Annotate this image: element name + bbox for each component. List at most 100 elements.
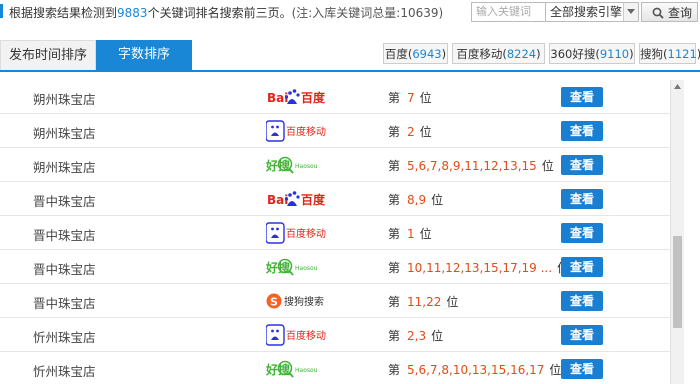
baidu-mobile-logo-icon: 百度移动 [266,120,326,142]
table-row: 忻州珠宝店 好搜 Haosou 第 5,6,7,8,10,13,15,16,17 位… [0,352,670,384]
keyword-cell: 忻州珠宝店 [33,364,96,379]
summary-bar: 根据搜索结果检测到9883个关键词排名搜索前三页。(注:入库关键词总量:1063… [0,0,700,24]
filter-count: 1121 [667,47,697,61]
baidu-mobile-logo-icon: 百度移动 [266,324,326,346]
keyword-count: 9883 [117,6,148,20]
baidu-logo-cn: 百度 [301,192,326,207]
haosou-logo-icon: 好搜 Haosou [266,258,318,276]
view-button[interactable]: 查看 [561,189,603,209]
view-button[interactable]: 查看 [561,325,603,345]
view-button[interactable]: 查看 [561,223,603,243]
filter-sogou-button[interactable]: 搜狗(1121) [639,43,700,64]
total-note: (注:入库关键词总量:10639) [291,6,444,20]
summary-prefix: 根据搜索结果检测到 [9,6,118,20]
filter-count: 8224 [506,47,537,61]
accent-bar [0,4,3,18]
keyword-input[interactable]: 输入关键词 [471,2,549,22]
engine-select-value: 全部搜索引擎 [550,5,623,19]
tab-word-count[interactable]: 字数排序 [96,40,192,70]
keyword-cell: 朔州珠宝店 [33,160,96,175]
rank-positions: 7 [407,91,415,105]
table-row: 晋中珠宝店 S 搜狗搜索 第 11,22 位 查看 [0,284,670,318]
view-button[interactable]: 查看 [561,291,603,311]
haosou-logo-latin: Haosou [295,265,318,272]
haosou-logo-latin: Haosou [295,163,318,170]
keyword-cell: 晋中珠宝店 [33,262,96,277]
rank-prefix: 第 [388,295,401,309]
svg-text:S: S [270,296,278,309]
rank-positions: 1 [407,227,415,241]
view-button[interactable]: 查看 [561,155,603,175]
rank-prefix: 第 [388,125,401,139]
rank-prefix: 第 [388,159,401,173]
view-button[interactable]: 查看 [561,87,603,107]
rank-positions: 8,9 [407,193,427,207]
haosou-logo-latin: Haosou [295,367,318,374]
rank-positions: 10,11,12,13,15,17,19 ... [407,261,553,275]
rank-cell: 第10,11,12,13,15,17,19 ...位 [388,259,569,276]
filter-360-button[interactable]: 360好搜(9110) [549,43,635,64]
baidu-logo-icon: Bai 百度 [267,89,326,105]
rank-cell: 第 8,9 位 [388,191,443,208]
summary-suffix: 个关键词排名搜索前三页。 [147,6,292,20]
haosou-logo-icon: 好搜 Haosou [266,360,318,378]
baidu-mobile-logo-cn: 百度移动 [286,227,326,240]
scroll-up-arrow-icon[interactable] [671,80,684,94]
rank-suffix: 位 [431,193,444,207]
keyword-cell: 朔州珠宝店 [33,126,96,141]
filter-name: 百度移动 [456,47,503,61]
rank-prefix: 第 [388,193,401,207]
vertical-scrollbar[interactable] [670,80,684,384]
filter-baidu-button[interactable]: 百度(6943) [383,43,448,64]
engine-select[interactable]: 全部搜索引擎 [545,2,639,22]
filter-count: 9110 [599,47,630,61]
rank-cell: 第1位 [388,225,432,242]
keyword-cell: 朔州珠宝店 [33,92,96,107]
keyword-cell: 晋中珠宝店 [33,296,96,311]
search-icon [652,7,664,19]
rank-prefix: 第 [388,91,401,105]
table-row: 晋中珠宝店 百度移动 第1位 查看 [0,216,670,250]
filter-name: 百度 [384,47,408,61]
filter-baidu-mobile-button[interactable]: 百度移动(8224) [452,43,545,64]
chevron-down-icon[interactable] [623,3,638,21]
rank-positions: 5,6,7,8,9,11,12,13,15 [407,159,537,173]
rank-prefix: 第 [388,261,401,275]
rank-prefix: 第 [388,329,401,343]
scrollbar-thumb[interactable] [673,236,682,328]
query-button[interactable]: 查询 [641,2,698,22]
rank-cell: 第 2,3 位 [388,327,443,344]
view-button[interactable]: 查看 [561,121,603,141]
table-row: 朔州珠宝店 百度移动 第2位 查看 [0,114,670,148]
rank-suffix: 位 [541,159,554,173]
baidu-logo-cn: 百度 [301,90,326,105]
rank-cell: 第 11,22 位 [388,293,458,310]
rank-cell: 第 5,6,7,8,9,11,12,13,15 位 [388,157,554,174]
sogou-logo-icon: S 搜狗搜索 [266,293,324,309]
baidu-mobile-logo-icon: 百度移动 [266,222,326,244]
filter-name: 360好搜 [550,47,596,61]
baidu-logo-latin: Bai [267,91,288,105]
tab-publish-time[interactable]: 发布时间排序 [0,40,96,70]
rank-prefix: 第 [388,363,401,377]
rank-positions: 2,3 [407,329,427,343]
view-button[interactable]: 查看 [561,359,603,379]
sogou-logo-cn: 搜狗搜索 [284,295,324,308]
rank-suffix: 位 [419,227,432,241]
rank-suffix: 位 [549,363,562,377]
haosou-logo-icon: 好搜 Haosou [266,156,318,174]
keyword-cell: 晋中珠宝店 [33,194,96,209]
summary-text: 根据搜索结果检测到9883个关键词排名搜索前三页。(注:入库关键词总量:1063… [9,4,443,21]
rank-cell: 第2位 [388,123,432,140]
filter-count: 6943 [412,47,442,61]
rank-suffix: 位 [419,91,432,105]
view-button[interactable]: 查看 [561,257,603,277]
table-row: 朔州珠宝店 好搜 Haosou 第 5,6,7,8,9,11,12,13,15 位 … [0,148,670,182]
rank-suffix: 位 [419,125,432,139]
filter-name: 搜狗 [640,47,663,61]
baidu-mobile-logo-cn: 百度移动 [286,125,326,138]
table-row: 忻州珠宝店 百度移动 第 2,3 位 查看 [0,318,670,352]
keyword-cell: 晋中珠宝店 [33,228,96,243]
table-row: 晋中珠宝店 好搜 Haosou 第 10,11,12,13,15,17,19 ..… [0,250,670,284]
table-row: 晋中珠宝店 Bai 百度 第 8,9 位 查看 [0,182,670,216]
